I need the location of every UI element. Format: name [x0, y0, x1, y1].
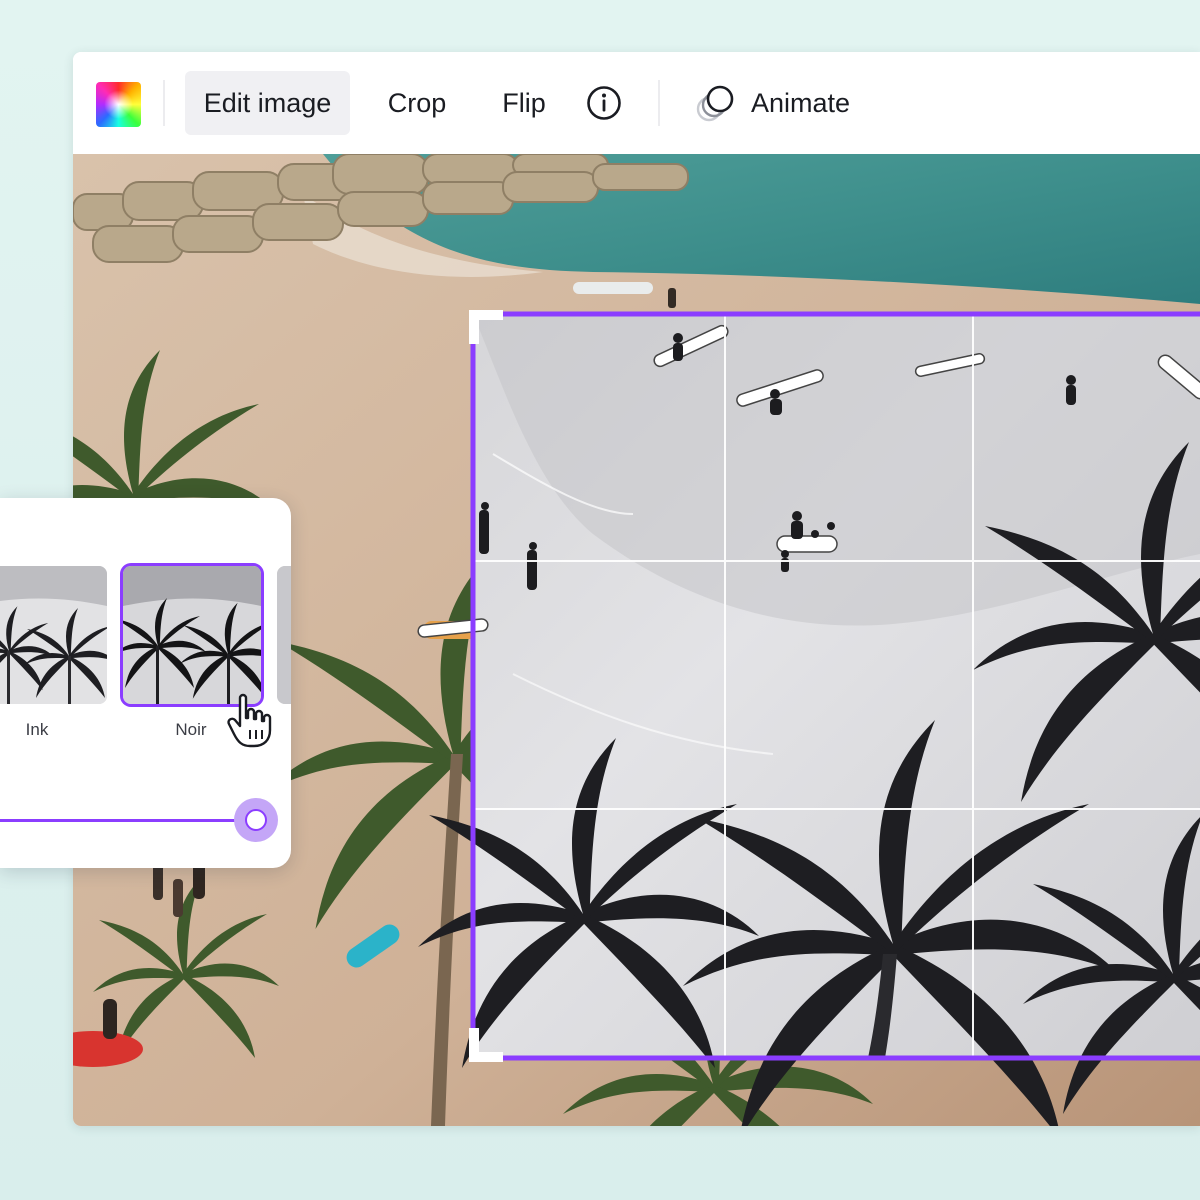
- filter-thumb-noir[interactable]: [123, 566, 261, 704]
- crop-button[interactable]: Crop: [369, 71, 465, 135]
- app-stage: Edit image Crop Flip Animate Ink Noir: [0, 0, 1200, 1200]
- filter-intensity-handle[interactable]: [234, 798, 278, 842]
- edit-image-button[interactable]: Edit image: [185, 71, 350, 135]
- toolbar-divider: [658, 80, 660, 126]
- hand-cursor-icon: [227, 693, 272, 748]
- animate-label: Animate: [751, 87, 851, 118]
- filter-thumb-next[interactable]: [277, 566, 291, 704]
- image-toolbar: Edit image Crop Flip Animate: [73, 52, 1200, 154]
- crop-label: Crop: [387, 87, 447, 118]
- toolbar-divider: [163, 80, 165, 126]
- noir-preview-image: [123, 566, 261, 704]
- flip-button[interactable]: Flip: [483, 71, 565, 135]
- animate-icon: [696, 85, 734, 122]
- ink-preview-image: [0, 566, 107, 704]
- filter-label-ink: Ink: [25, 720, 49, 739]
- edit-image-label: Edit image: [203, 87, 332, 118]
- crop-region: [417, 310, 1200, 1126]
- color-wheel-icon[interactable]: [96, 82, 141, 127]
- flip-label: Flip: [502, 87, 546, 118]
- info-icon[interactable]: [586, 85, 622, 121]
- filter-panel: Ink Noir: [0, 498, 291, 868]
- filter-thumb-ink[interactable]: [0, 566, 107, 704]
- next-filter-preview-image: [277, 566, 291, 704]
- filter-intensity-track[interactable]: [0, 819, 250, 822]
- animate-button[interactable]: Animate: [685, 71, 867, 135]
